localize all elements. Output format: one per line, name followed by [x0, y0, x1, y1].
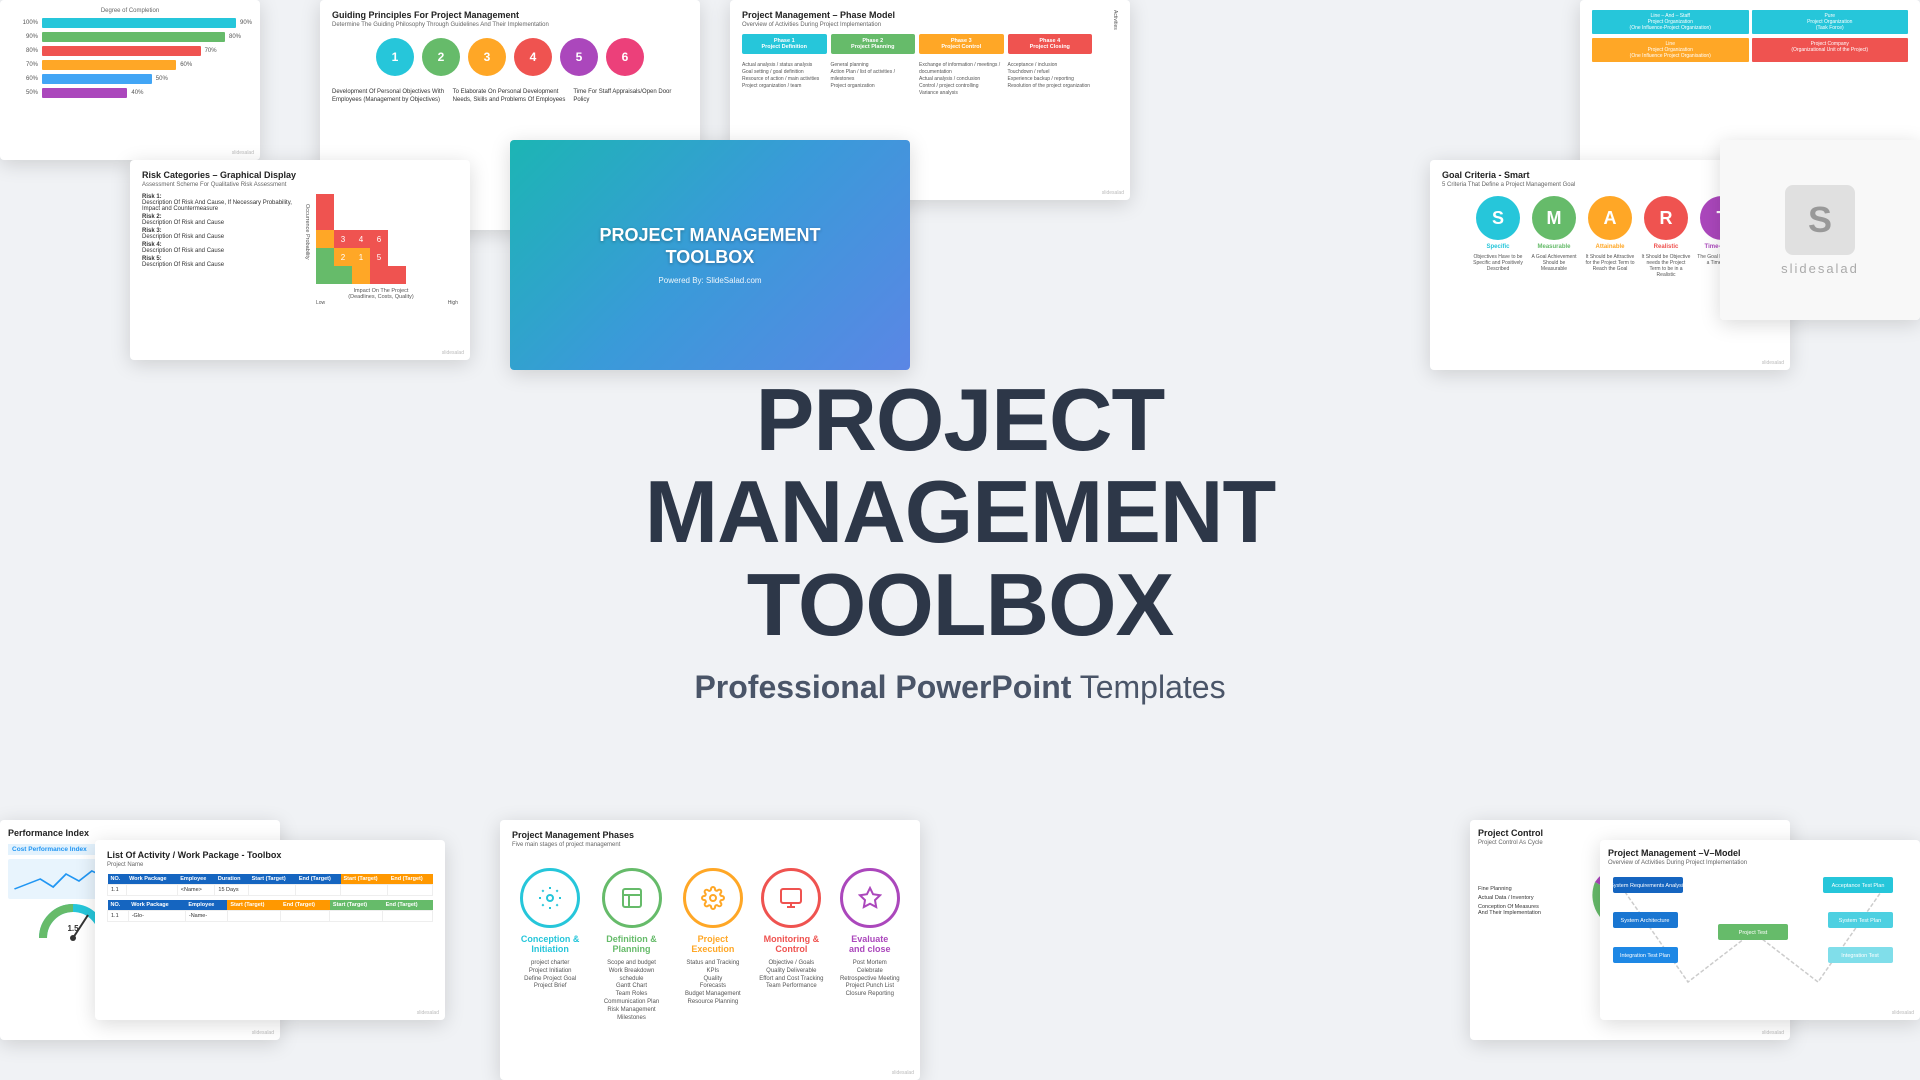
risk-title: Risk Categories – Graphical Display	[142, 170, 458, 180]
org-box-3: LineProject Organization(One Influence P…	[1592, 38, 1749, 62]
phase-1: Phase 1Project Definition	[742, 34, 827, 54]
principle-6: 6	[606, 38, 644, 76]
center-slide-title: PROJECT MANAGEMENTTOOLBOX	[599, 225, 820, 268]
slide-vmodel: Project Management –V–Model Overview of …	[1600, 840, 1920, 1020]
activity-table-2: NO. Work Package Employee Start (Target)…	[107, 900, 433, 922]
watermark: slidesalad	[232, 150, 254, 156]
table-row: 1.1 <Name> 15 Days	[108, 885, 433, 896]
smart-a: A	[1588, 196, 1632, 240]
phase-model-title: Project Management – Phase Model	[742, 10, 1092, 20]
org-box-2: PureProject Organization(Task Force)	[1752, 10, 1909, 34]
risk-subtitle: Assessment Scheme For Qualitative Risk A…	[142, 182, 458, 188]
phases-title: Project Management Phases	[512, 830, 908, 840]
svg-text:6: 6	[377, 235, 382, 244]
center-slide-powered: Powered By: SlideSalad.com	[658, 276, 761, 285]
slidesalad-logo: S slidesalad	[1720, 140, 1920, 320]
table-row: 1.1 -Glo- -Name-	[108, 911, 433, 922]
title-line2: TOOLBOX	[747, 555, 1174, 654]
watermark: slidesalad	[1762, 1030, 1784, 1036]
main-content: PROJECT MANAGEMENT TOOLBOX Professional …	[480, 374, 1440, 706]
svg-text:2: 2	[341, 253, 346, 262]
svg-text:System Requirements Analysis: System Requirements Analysis	[1610, 883, 1686, 889]
org-box-1: Line – And – StaffProject Organization(O…	[1592, 10, 1749, 34]
svg-text:5: 5	[377, 253, 382, 262]
slide-activity: List Of Activity / Work Package - Toolbo…	[95, 840, 445, 1020]
activity-subtitle: Project Name	[107, 862, 433, 868]
title-line1: PROJECT MANAGEMENT	[645, 370, 1275, 561]
svg-text:3: 3	[341, 235, 346, 244]
watermark: slidesalad	[1102, 190, 1124, 196]
phase-3: Phase 3Project Control	[919, 34, 1004, 54]
slide-center-main: PROJECT MANAGEMENTTOOLBOX Powered By: Sl…	[510, 140, 910, 370]
svg-text:System Test Plan: System Test Plan	[1839, 918, 1881, 924]
perf-title: Performance Index	[8, 828, 272, 838]
slide-guiding-title: Guiding Principles For Project Managemen…	[332, 10, 688, 20]
ss-icon: S	[1785, 185, 1855, 255]
subtitle-bold: Professional PowerPoint	[694, 669, 1071, 705]
bar-row: 90% 80%	[8, 32, 252, 42]
principle-3: 3	[468, 38, 506, 76]
phase-execution	[683, 868, 743, 928]
bar-row: 70% 60%	[8, 60, 252, 70]
principles-circles: 1 2 3 4 5 6	[332, 38, 688, 76]
control-title: Project Control	[1478, 828, 1782, 838]
phase-definition	[602, 868, 662, 928]
principle-2: 2	[422, 38, 460, 76]
center-slide-bg: PROJECT MANAGEMENTTOOLBOX Powered By: Sl…	[510, 140, 910, 370]
svg-text:1: 1	[359, 253, 364, 262]
principles-desc: Development Of Personal Objectives With …	[332, 88, 688, 105]
activity-title: List Of Activity / Work Package - Toolbo…	[107, 850, 433, 860]
subtitle-regular: Templates	[1071, 669, 1225, 705]
phase-evaluate	[840, 868, 900, 928]
slide-barchart: Degree of Completion 100% 90% 90% 80% 80…	[0, 0, 260, 160]
svg-text:1.5: 1.5	[67, 924, 79, 933]
vmodel-subtitle: Overview of Activities During Project Im…	[1608, 860, 1912, 866]
svg-text:Integration Test Plan: Integration Test Plan	[1620, 953, 1670, 959]
bar-chart-container: 100% 90% 90% 80% 80% 70% 70% 60% 60%	[8, 18, 252, 98]
slide-logo: S slidesalad	[1720, 140, 1920, 320]
phase-boxes: Phase 1Project Definition Phase 2Project…	[742, 34, 1092, 54]
smart-m: M	[1532, 196, 1576, 240]
phase-2: Phase 2Project Planning	[831, 34, 916, 54]
principle-5: 5	[560, 38, 598, 76]
watermark: slidesalad	[442, 350, 464, 356]
principle-4: 4	[514, 38, 552, 76]
main-title: PROJECT MANAGEMENT TOOLBOX	[480, 374, 1440, 651]
risk-matrix-svg: 3 4 1 5 6 2	[316, 194, 406, 284]
smart-s: S	[1476, 196, 1520, 240]
phase-monitoring	[761, 868, 821, 928]
smart-r: R	[1644, 196, 1688, 240]
ss-brand: slidesalad	[1781, 261, 1859, 276]
activity-table: NO. Work Package Employee Duration Start…	[107, 874, 433, 896]
svg-text:System Architecture: System Architecture	[1621, 918, 1670, 924]
vmodel-title: Project Management –V–Model	[1608, 848, 1912, 858]
watermark: slidesalad	[417, 1010, 439, 1016]
axis-label: Degree of Completion	[8, 8, 252, 14]
svg-text:Project Test: Project Test	[1739, 930, 1768, 936]
slide-guiding-subtitle: Determine The Guiding Philosophy Through…	[332, 22, 688, 28]
slide-risk-categories: Risk Categories – Graphical Display Asse…	[130, 160, 470, 360]
phase-conception	[520, 868, 580, 928]
main-subtitle: Professional PowerPoint Templates	[480, 669, 1440, 706]
principle-1: 1	[376, 38, 414, 76]
org-box-4: Project Company(Organizational Unit of t…	[1752, 38, 1909, 62]
watermark: slidesalad	[1892, 1010, 1914, 1016]
phases-circles: Conception &Initiation project charterPr…	[512, 868, 908, 1022]
watermark: slidesalad	[252, 1030, 274, 1036]
slide-phases: Project Management Phases Five main stag…	[500, 820, 920, 1080]
bar-row: 80% 70%	[8, 46, 252, 56]
svg-text:4: 4	[359, 235, 364, 244]
svg-text:Integration Test: Integration Test	[1841, 953, 1879, 959]
phase-4: Phase 4Project Closing	[1008, 34, 1093, 54]
watermark: slidesalad	[892, 1070, 914, 1076]
phase-model-subtitle: Overview of Activities During Project Im…	[742, 22, 1092, 28]
watermark: slidesalad	[1762, 360, 1784, 366]
bar-row: 60% 50%	[8, 74, 252, 84]
svg-text:Acceptance Test Plan: Acceptance Test Plan	[1832, 883, 1885, 889]
phases-subtitle: Five main stages of project management	[512, 842, 908, 848]
vmodel-svg: System Requirements Analysis System Arch…	[1608, 872, 1898, 992]
bar-row: 100% 90%	[8, 18, 252, 28]
bar-row: 50% 40%	[8, 88, 252, 98]
